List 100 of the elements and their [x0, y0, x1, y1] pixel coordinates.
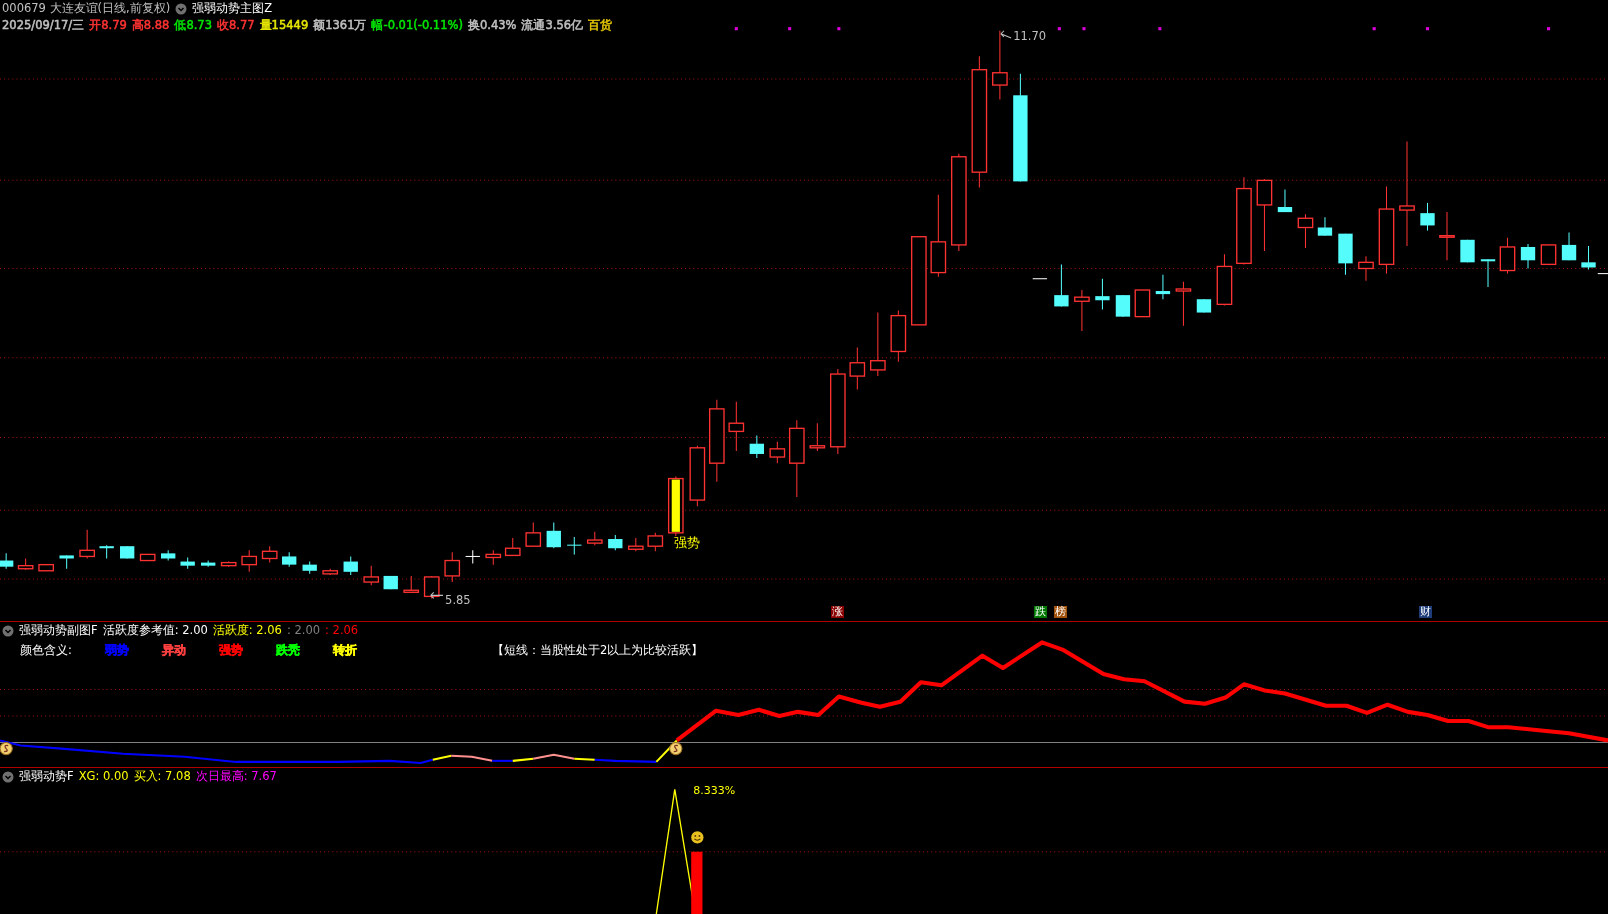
candlestick [689, 445, 706, 507]
indicator-value: : 2.00 [286, 623, 321, 638]
candlestick [1581, 245, 1596, 271]
candlestick [627, 537, 644, 552]
quote-value: 幅-0.01(-0.11%) [371, 18, 463, 33]
candlestick [849, 346, 866, 390]
candlestick [1420, 202, 1435, 232]
dropdown-icon[interactable] [2, 770, 14, 783]
low-pointer-icon [430, 591, 444, 599]
candlestick [1297, 213, 1314, 249]
indicator-name: 强弱动势副图F [19, 623, 98, 638]
indicator-value: 买入: 7.08 [133, 769, 191, 784]
candlestick [1480, 258, 1496, 288]
candlestick [1338, 233, 1353, 276]
candlestick [1115, 294, 1131, 318]
candlestick [423, 575, 440, 599]
candlestick [1032, 278, 1048, 280]
candlestick [1597, 273, 1608, 275]
candlestick [363, 565, 380, 586]
candlestick [1095, 278, 1110, 310]
candlestick [1460, 239, 1475, 263]
candlestick [282, 551, 297, 568]
quote-value: 流通3.56亿 [521, 18, 584, 33]
candlestick [139, 553, 156, 562]
candlestick [890, 310, 907, 363]
candlestick [870, 312, 886, 377]
candlestick [120, 545, 135, 559]
candlestick [667, 476, 684, 537]
candlestick [161, 549, 176, 562]
legend-item: 跌秃 [275, 643, 300, 658]
candlestick [769, 441, 786, 464]
quote-value: 收8.77 [217, 18, 255, 33]
candlestick [566, 536, 582, 555]
candlestick [302, 561, 317, 575]
candlestick [1155, 274, 1171, 300]
candlestick [1499, 237, 1516, 275]
quote-value: 低8.73 [174, 18, 212, 33]
candlestick [1520, 243, 1536, 269]
quote-value: 高8.88 [131, 18, 170, 33]
candlestick [201, 560, 216, 568]
quote-value: 换0.43% [467, 18, 517, 33]
indicator-value: XG: 0.00 [78, 769, 129, 784]
dropdown-icon[interactable] [175, 2, 188, 15]
dropdown-icon[interactable] [2, 624, 14, 637]
candlestick [749, 435, 764, 459]
candlestick [220, 561, 237, 568]
candlestick [1317, 216, 1333, 237]
candlestick [485, 549, 502, 566]
candlestick [647, 532, 664, 552]
candlestick [728, 401, 745, 452]
event-marker[interactable]: 榜 [1054, 606, 1068, 619]
candlestick [261, 545, 278, 564]
quote-value: 开8.79 [89, 18, 127, 33]
candlestick [504, 537, 521, 557]
note-text: 【短线：当股性处于2以上为比较活跃】 [491, 643, 704, 658]
candlestick [99, 544, 114, 559]
candlestick [17, 557, 34, 571]
high-price-label: 11.70 [1013, 28, 1047, 43]
indicator-name: 强弱动势F [19, 769, 74, 784]
low-price-label: 5.85 [445, 592, 471, 607]
candlestick [403, 575, 420, 593]
candlestick [1134, 289, 1151, 318]
legend-item: 转折 [332, 643, 357, 658]
event-marker[interactable]: 跌 [1033, 606, 1047, 619]
legend-item: 异动 [161, 643, 186, 658]
candlestick [992, 30, 1008, 100]
candlestick [1358, 255, 1374, 282]
candlestick [1074, 289, 1090, 332]
coin-icon [669, 742, 683, 756]
candlestick [38, 563, 54, 572]
candlestick [383, 575, 398, 590]
quote-value: 百货 [588, 18, 613, 33]
quote-value: 额1361万 [313, 18, 367, 33]
candlestick [180, 556, 195, 570]
legend-item: 强势 [218, 643, 243, 658]
percent-label: 8.333% [693, 784, 736, 798]
candlestick [1054, 263, 1069, 307]
candlestick [1216, 253, 1233, 306]
candlestick [322, 568, 339, 576]
candlestick [465, 549, 481, 565]
candlestick [586, 531, 603, 546]
candlestick [546, 522, 561, 549]
candlestick [1439, 211, 1455, 261]
legend-label: 颜色含义: [20, 643, 72, 658]
candlestick [809, 422, 826, 452]
indicator-value: 次日最高: 7.67 [195, 769, 277, 784]
event-marker[interactable]: 涨 [830, 606, 844, 619]
candlestick [343, 555, 358, 576]
indicator-value: 活跃度: 2.06 [212, 623, 282, 638]
volume-bar [691, 851, 703, 914]
indicator-value: 活跃度参考值: 2.00 [102, 623, 208, 638]
candlestick [241, 549, 258, 573]
stock-title: 000679 大连友谊(日线,前复权) [2, 1, 171, 16]
candlestick [1277, 189, 1293, 213]
candlestick [608, 534, 623, 551]
candlestick [59, 554, 74, 570]
indicator-value: : 2.06 [325, 623, 359, 638]
event-marker[interactable]: 财 [1419, 606, 1433, 619]
candlestick [525, 522, 542, 547]
candlestick [0, 552, 14, 570]
